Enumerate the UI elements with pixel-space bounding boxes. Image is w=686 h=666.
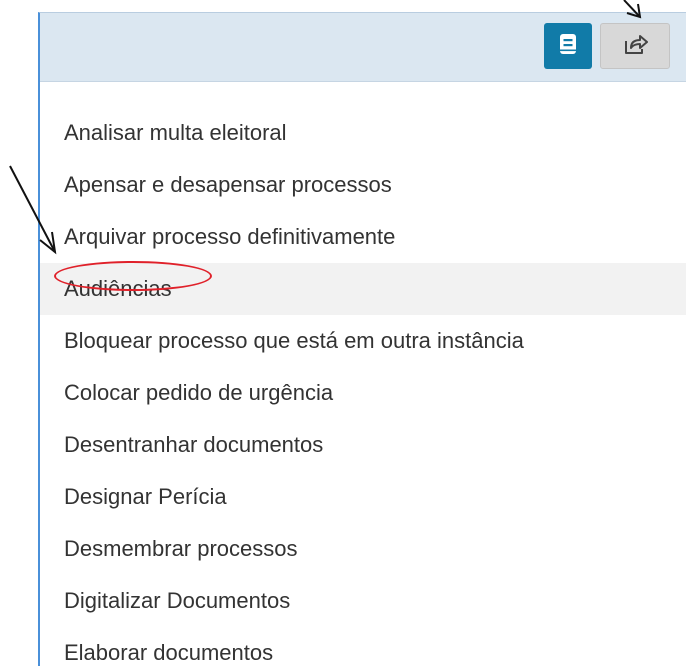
menu-item-colocar-pedido-urgencia[interactable]: Colocar pedido de urgência xyxy=(40,367,686,419)
actions-panel: Analisar multa eleitoral Apensar e desap… xyxy=(38,12,686,666)
menu-item-desmembrar-processos[interactable]: Desmembrar processos xyxy=(40,523,686,575)
book-button[interactable] xyxy=(544,23,592,69)
menu-item-label: Arquivar processo definitivamente xyxy=(64,224,396,249)
menu-item-label: Elaborar documentos xyxy=(64,640,274,665)
menu-item-label: Colocar pedido de urgência xyxy=(64,380,334,405)
menu-item-apensar-desapensar-processos[interactable]: Apensar e desapensar processos xyxy=(40,159,686,211)
menu-item-label: Digitalizar Documentos xyxy=(64,588,291,613)
menu-item-label: Designar Perícia xyxy=(64,484,227,509)
menu-item-label: Desmembrar processos xyxy=(64,536,298,561)
menu-item-bloquear-processo[interactable]: Bloquear processo que está em outra inst… xyxy=(40,315,686,367)
menu-item-label: Analisar multa eleitoral xyxy=(64,120,287,145)
panel-toolbar xyxy=(40,13,686,82)
menu-item-designar-pericia[interactable]: Designar Perícia xyxy=(40,471,686,523)
menu-item-label: Bloquear processo que está em outra inst… xyxy=(64,328,524,353)
menu-item-analisar-multa-eleitoral[interactable]: Analisar multa eleitoral xyxy=(40,107,686,159)
share-button[interactable] xyxy=(600,23,670,69)
menu-item-audiencias[interactable]: Audiências xyxy=(40,263,686,315)
menu-item-digitalizar-documentos[interactable]: Digitalizar Documentos xyxy=(40,575,686,627)
book-icon xyxy=(559,33,577,60)
menu-item-arquivar-processo[interactable]: Arquivar processo definitivamente xyxy=(40,211,686,263)
menu-item-label: Desentranhar documentos xyxy=(64,432,324,457)
screenshot-stage: Analisar multa eleitoral Apensar e desap… xyxy=(0,0,686,666)
menu-item-elaborar-documentos[interactable]: Elaborar documentos xyxy=(40,627,686,666)
menu-item-desentranhar-documentos[interactable]: Desentranhar documentos xyxy=(40,419,686,471)
share-icon xyxy=(623,32,649,61)
menu-item-label: Apensar e desapensar processos xyxy=(64,172,392,197)
menu-item-label: Audiências xyxy=(64,276,172,301)
